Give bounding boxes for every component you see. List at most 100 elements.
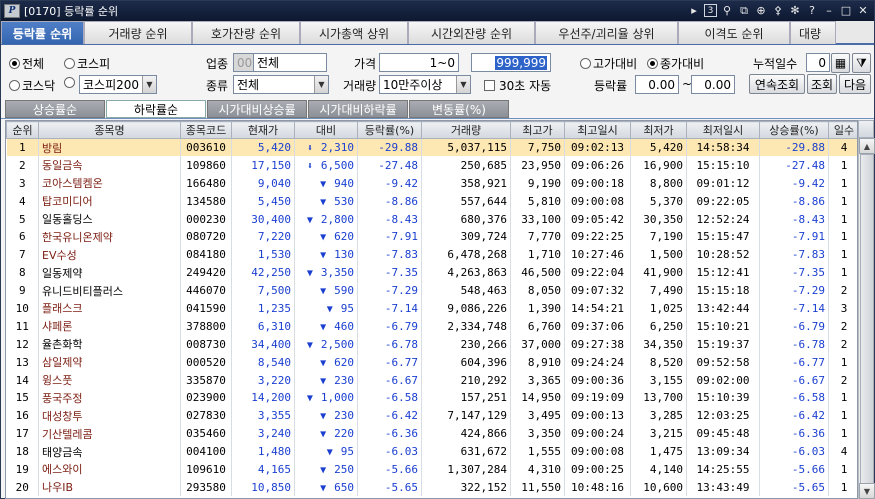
table-row[interactable]: 14 윙스풋 335870 3,220 ▼ 230 -6.67 210,292 3,365 09:… — [6, 371, 857, 389]
table-row[interactable]: 17 기산텔레콤 035460 3,240 ▼ 220 -6.36 424,866 3,350 0… — [6, 424, 857, 443]
maximize-icon[interactable]: □ — [839, 3, 853, 18]
index-select[interactable]: 코스피200 ▼ — [79, 75, 157, 94]
subtab-rise[interactable]: 상승률순 — [5, 100, 105, 118]
subtab-open-fall[interactable]: 시가대비하락률 — [308, 100, 408, 118]
next-button[interactable]: 다음 — [839, 74, 871, 94]
cell-name: 풍국주정 — [38, 388, 181, 407]
cell-volume: 6,478,268 — [421, 245, 511, 264]
table-row[interactable]: 19 에스와이 109610 4,165 ▼ 250 -5.66 1,307,284 4,310… — [6, 460, 857, 479]
filter-button[interactable]: ⧩ — [852, 53, 871, 73]
table-row[interactable]: 16 대성창투 027830 3,355 ▼ 230 -6.42 7,147,129 3,495… — [6, 406, 857, 425]
scroll-up-icon[interactable]: ▲ — [859, 138, 875, 154]
table-row[interactable]: 1 방림 003610 5,420 ⬇ 2,310 -29.88 5,037,115 7,750… — [6, 138, 857, 157]
table-row[interactable]: 20 나우IB 293580 10,850 ▼ 650 -5.65 322,152 11,550… — [6, 478, 857, 497]
link-icon[interactable]: ⧉ — [737, 3, 751, 18]
page-box[interactable]: 3 — [704, 4, 717, 17]
table-row[interactable]: 5 일동홀딩스 000230 30,400 ▼ 2,800 -8.43 680,376 33,1… — [6, 210, 857, 228]
table-row[interactable]: 13 삼일제약 000520 8,540 ▼ 620 -6.77 604,396 8,910 09… — [6, 353, 857, 372]
search-icon[interactable]: ⚲ — [720, 3, 734, 18]
diff-value: 230 — [334, 409, 354, 423]
col-high[interactable]: 최고가 — [510, 121, 565, 139]
scroll-thumb[interactable] — [860, 154, 874, 484]
col-volume[interactable]: 거래량 — [421, 121, 511, 139]
table-row[interactable]: 12 율촌화학 008730 34,400 ▼ 2,500 -6.78 230,266 37,0… — [6, 335, 857, 354]
table-row[interactable]: 6 한국유니온제약 080720 7,220 ▼ 620 -7.91 309,724 7,770… — [6, 227, 857, 246]
table-row[interactable]: 4 탑코미디어 134580 5,450 ▼ 530 -8.86 557,644 5,810 09… — [6, 192, 857, 211]
vertical-scrollbar[interactable]: ▲ ▼ — [858, 138, 875, 499]
calendar-button[interactable]: ▦ — [831, 53, 850, 73]
tab-disparity-rank[interactable]: 이격도 순위 — [678, 21, 790, 44]
table-row[interactable]: 10 플래스크 041590 1,235 ▼ 95 -7.14 9,086,226 1,390 1… — [6, 299, 857, 318]
window-title: [0170] 등락률 순위 — [24, 5, 119, 18]
table-row[interactable]: 11 샤페론 378800 6,310 ▼ 460 -6.79 2,334,748 6,760 0… — [6, 317, 857, 336]
tab-preferred-rank[interactable]: 우선주/괴리율 상위 — [535, 21, 678, 44]
price-from-field[interactable]: 1 ~0 — [379, 53, 459, 72]
kind-select[interactable]: 전체 ▼ — [233, 75, 329, 94]
table-row[interactable]: 3 코아스템켐온 166480 9,040 ▼ 940 -9.42 358,921 9,190 0… — [6, 174, 857, 193]
tab-rate-rank[interactable]: 등락률 순위 — [1, 21, 84, 44]
tab-bulk[interactable]: 대량 — [790, 21, 836, 44]
cell-price: 9,040 — [231, 174, 295, 193]
kind-dropdown-icon[interactable]: ▼ — [314, 76, 328, 93]
continuous-query-button[interactable]: 연속조회 — [749, 74, 805, 94]
rate-from-field[interactable]: 0.00 — [635, 75, 679, 94]
tab-volume-rank[interactable]: 거래량 순위 — [84, 21, 192, 44]
index-dropdown-icon[interactable]: ▼ — [142, 76, 156, 93]
col-code[interactable]: 종목코드 — [180, 121, 232, 139]
volume-dropdown-icon[interactable]: ▼ — [456, 76, 470, 93]
table-row[interactable]: 7 EV수성 084180 1,530 ▼ 130 -7.83 6,478,268 1,710 1… — [6, 245, 857, 264]
col-name[interactable]: 종목명 — [38, 121, 181, 139]
minimize-icon[interactable]: – — [822, 3, 836, 18]
scroll-down-icon[interactable]: ▼ — [859, 483, 875, 499]
help-icon[interactable]: ? — [805, 3, 819, 18]
col-diff[interactable]: 대비 — [294, 121, 358, 139]
auto-checkbox[interactable]: 30초 자동 — [484, 77, 551, 94]
cell-low-time: 15:15:18 — [686, 281, 760, 300]
col-up-rate[interactable]: 상승률(%) — [759, 121, 829, 139]
radio-index[interactable] — [64, 77, 77, 88]
table-row[interactable]: 8 일동제약 249420 42,250 ▼ 3,350 -7.35 4,263,863 46,… — [6, 263, 857, 282]
radio-all[interactable]: 전체 — [9, 55, 44, 72]
days-field[interactable]: 0 — [806, 53, 830, 72]
subtab-fall[interactable]: 하락률순 — [106, 100, 206, 118]
col-rate[interactable]: 등락률(%) — [357, 121, 422, 139]
query-button[interactable]: 조회 — [807, 74, 837, 94]
subtab-open-rise[interactable]: 시가대비상승률 — [207, 100, 307, 118]
tab-orderbook-rank[interactable]: 호가잔량 순위 — [192, 21, 300, 44]
col-price[interactable]: 현재가 — [231, 121, 295, 139]
table-row[interactable]: 18 태양금속 004100 1,480 ▼ 95 -6.03 631,672 1,555 09:… — [6, 442, 857, 461]
table-row[interactable]: 2 동일금속 109860 17,150 ⬇ 6,500 -27.48 250,685 23,9… — [6, 156, 857, 175]
col-rank[interactable]: 순위 — [6, 121, 39, 139]
cell-name: 탑코미디어 — [38, 192, 181, 211]
down-arrow-icon: ▼ — [320, 321, 327, 333]
price-to-field[interactable]: 999,999 — [471, 53, 551, 72]
down-arrow-icon: ▼ — [320, 286, 327, 298]
cell-high: 1,555 — [510, 442, 565, 461]
col-low-time[interactable]: 최저일시 — [686, 121, 760, 139]
col-low[interactable]: 최저가 — [630, 121, 687, 139]
radio-vs-close[interactable]: 종가대비 — [647, 55, 704, 72]
cell-high-time: 09:02:13 — [564, 138, 631, 157]
col-days[interactable]: 일수 — [828, 121, 857, 139]
radio-kospi[interactable]: 코스피 — [64, 55, 110, 72]
col-high-time[interactable]: 최고일시 — [564, 121, 631, 139]
table-row[interactable]: 15 풍국주정 023900 14,200 ▼ 1,000 -6.58 157,251 14,9… — [6, 388, 857, 407]
close-icon[interactable]: ✕ — [856, 3, 870, 18]
rate-to-field[interactable]: 0.00 — [691, 75, 735, 94]
settings-icon[interactable]: ✻ — [788, 3, 802, 18]
volume-select-value: 10만주이상 — [383, 78, 443, 92]
sector-name-field[interactable]: 전체 — [253, 53, 327, 72]
cell-diff: ▼ 2,500 — [294, 335, 358, 354]
rate-label: 등락률 — [594, 79, 628, 93]
prev-page-icon[interactable]: ▸ — [687, 3, 701, 18]
tab-marketcap-rank[interactable]: 시가총액 상위 — [300, 21, 408, 44]
volume-select[interactable]: 10만주이상 ▼ — [379, 75, 471, 94]
pin-icon[interactable]: ⚴ — [771, 3, 785, 18]
tab-afterhours-rank[interactable]: 시간외잔량 순위 — [408, 21, 535, 44]
cell-code: 084180 — [180, 245, 232, 264]
radio-vs-high[interactable]: 고가대비 — [580, 55, 637, 72]
radio-kosdaq[interactable]: 코스닥 — [9, 77, 55, 94]
table-row[interactable]: 9 유니드비티플러스 446070 7,500 ▼ 590 -7.29 548,463 8,05… — [6, 281, 857, 300]
zoom-icon[interactable]: ⊕ — [754, 3, 768, 18]
subtab-volatility[interactable]: 변동률(%) — [409, 100, 509, 118]
